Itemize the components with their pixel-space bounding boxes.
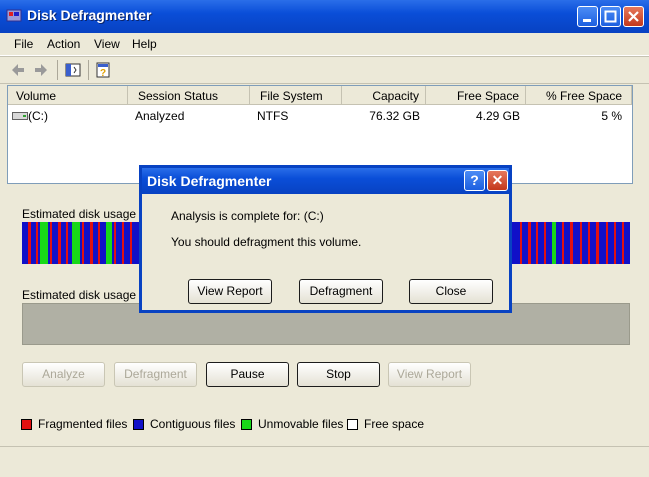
usage-stripe: [114, 222, 116, 264]
title-bar: Disk Defragmenter: [0, 0, 649, 33]
column-header-volume[interactable]: Volume: [8, 86, 128, 105]
close-icon: [628, 11, 639, 22]
menu-view[interactable]: View: [94, 37, 120, 51]
close-icon: ✕: [491, 172, 504, 188]
usage-stripe: [28, 222, 31, 264]
analysis-complete-dialog: Disk Defragmenter ? ✕ Analysis is comple…: [139, 165, 512, 313]
dialog-close-button[interactable]: ✕: [487, 170, 508, 191]
svg-text:?: ?: [100, 68, 106, 79]
analyze-button[interactable]: Analyze: [22, 362, 105, 387]
usage-stripe: [66, 222, 68, 264]
usage-stripe: [536, 222, 538, 264]
properties-help-icon[interactable]: ?: [95, 61, 113, 79]
view-report-button[interactable]: View Report: [388, 362, 471, 387]
dialog-title-bar: Disk Defragmenter ? ✕: [142, 168, 509, 194]
defragment-button[interactable]: Defragment: [114, 362, 197, 387]
maximize-button[interactable]: [600, 6, 621, 27]
usage-stripe: [580, 222, 582, 264]
dialog-defragment-button[interactable]: Defragment: [299, 279, 383, 304]
usage-stripe: [562, 222, 564, 264]
column-header-percent-free-space[interactable]: % Free Space: [526, 86, 632, 105]
window-title: Disk Defragmenter: [27, 7, 152, 23]
pause-button[interactable]: Pause: [206, 362, 289, 387]
dialog-help-button[interactable]: ?: [464, 170, 485, 191]
usage-stripe: [544, 222, 546, 264]
usage-stripe: [106, 222, 112, 264]
column-header-session-status[interactable]: Session Status: [128, 86, 250, 105]
menu-action[interactable]: Action: [47, 37, 80, 51]
dialog-message-analysis: Analysis is complete for: (C:): [171, 209, 324, 223]
toolbar-separator: [88, 60, 89, 80]
cell-file-system: NTFS: [257, 109, 289, 123]
dialog-view-report-button[interactable]: View Report: [188, 279, 272, 304]
usage-stripe: [50, 222, 52, 264]
cell-capacity: 76.32 GB: [369, 109, 420, 123]
usage-stripe: [570, 222, 573, 264]
usage-stripe: [40, 222, 48, 264]
estimated-after-label: Estimated disk usage aft: [22, 288, 153, 302]
maximize-icon: [604, 10, 617, 23]
usage-stripe: [72, 222, 80, 264]
usage-stripe: [528, 222, 531, 264]
column-header-capacity[interactable]: Capacity: [342, 86, 426, 105]
contiguous-swatch: [133, 419, 144, 430]
toolbar-separator: [57, 60, 58, 80]
fragmented-swatch: [21, 419, 32, 430]
usage-stripe: [36, 222, 38, 264]
usage-stripe: [520, 222, 522, 264]
free-space-swatch: [347, 419, 358, 430]
usage-stripe: [122, 222, 124, 264]
usage-stripe: [588, 222, 590, 264]
usage-stripe: [98, 222, 100, 264]
minimize-icon: [583, 19, 591, 22]
cell-volume: (C:): [28, 109, 48, 123]
cell-free-space: 4.29 GB: [475, 109, 520, 123]
column-header-free-space[interactable]: Free Space: [426, 86, 526, 105]
help-icon: ?: [470, 172, 479, 188]
back-arrow-icon[interactable]: [9, 61, 27, 79]
usage-stripe: [614, 222, 616, 264]
dialog-title: Disk Defragmenter: [147, 173, 272, 189]
drive-icon: [12, 112, 28, 120]
stop-button[interactable]: Stop: [297, 362, 380, 387]
usage-stripe: [90, 222, 93, 264]
usage-stripe: [622, 222, 624, 264]
usage-stripe: [606, 222, 608, 264]
usage-stripe: [82, 222, 84, 264]
menu-help[interactable]: Help: [132, 37, 157, 51]
menu-bar: File Action View Help: [0, 33, 649, 56]
close-window-button[interactable]: [623, 6, 644, 27]
disk-defragmenter-app-icon: [6, 9, 22, 22]
unmovable-swatch: [241, 419, 252, 430]
minimize-button[interactable]: [577, 6, 598, 27]
column-header-file-system[interactable]: File System: [250, 86, 342, 105]
dialog-close-text-button[interactable]: Close: [409, 279, 493, 304]
usage-stripe: [596, 222, 599, 264]
dialog-message-recommendation: You should defragment this volume.: [171, 235, 362, 249]
toolbar: ?: [0, 56, 649, 84]
usage-stripe: [552, 222, 556, 264]
usage-stripe: [130, 222, 132, 264]
usage-stripe: [58, 222, 61, 264]
forward-arrow-icon[interactable]: [32, 61, 50, 79]
menu-file[interactable]: File: [14, 37, 33, 51]
status-bar: [0, 446, 649, 477]
cell-session-status: Analyzed: [135, 109, 185, 123]
estimated-before-label: Estimated disk usage be: [22, 207, 153, 221]
cell-percent-free: 5 %: [601, 109, 622, 123]
show-hide-console-tree-icon[interactable]: [64, 61, 82, 79]
